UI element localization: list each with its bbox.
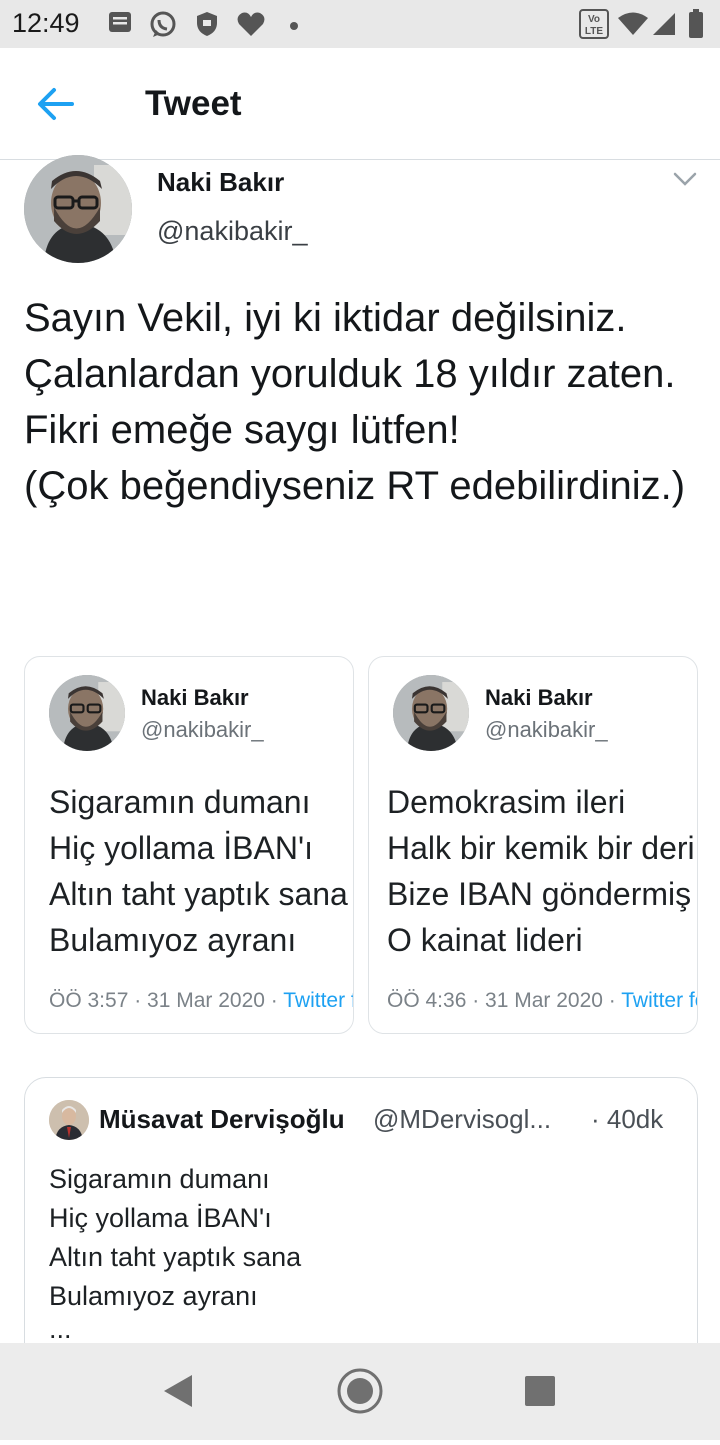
battery-icon bbox=[688, 9, 704, 44]
message-icon bbox=[107, 10, 133, 41]
volte-label-lte: LTE bbox=[585, 26, 603, 37]
heart-icon bbox=[236, 10, 266, 43]
avatar[interactable] bbox=[393, 675, 469, 751]
avatar[interactable] bbox=[49, 675, 125, 751]
card-author-handle: @nakibakir_ bbox=[485, 717, 608, 742]
quoted-tweet-more: ... bbox=[49, 1314, 72, 1344]
card-author-handle: @nakibakir_ bbox=[141, 717, 264, 742]
card-timestamp: ÖÖ 4:36 · 31 Mar 2020 · Twitter for Andr… bbox=[387, 989, 697, 1013]
embedded-tweet-card[interactable]: Naki Bakır @nakibakir_ Demokrasim ileri … bbox=[368, 656, 698, 1034]
quoted-author-name: Müsavat Dervişoğlu bbox=[99, 1104, 345, 1134]
status-bar: 12:49 Vo LTE bbox=[0, 0, 720, 48]
card-date: ÖÖ 4:36 · 31 Mar 2020 · bbox=[387, 989, 622, 1012]
tweet-text: Sayın Vekil, iyi ki iktidar değilsiniz. … bbox=[24, 296, 686, 508]
avatar[interactable] bbox=[24, 155, 132, 263]
volte-icon: Vo LTE bbox=[579, 9, 609, 44]
back-triangle-icon[interactable] bbox=[128, 1343, 228, 1440]
quoted-tweet-text: Sigaramın dumanı Hiç yollama İBAN'ı Altı… bbox=[49, 1164, 302, 1311]
embedded-tweet-card[interactable]: Naki Bakır @nakibakir_ Sigaramın dumanı … bbox=[24, 656, 354, 1034]
card-tweet-text: Sigaramın dumanı Hiç yollama İBAN'ı Altı… bbox=[49, 784, 348, 958]
quoted-author-handle: @MDervisogl... bbox=[373, 1104, 552, 1134]
arrow-left-icon[interactable] bbox=[36, 86, 76, 127]
dot-icon bbox=[289, 18, 299, 36]
volte-label-vo: Vo bbox=[588, 14, 600, 25]
quoted-timestamp: · 40dk bbox=[591, 1104, 664, 1134]
chevron-down-icon[interactable] bbox=[672, 170, 698, 193]
author-name[interactable]: Naki Bakır bbox=[157, 167, 284, 198]
card-source-link[interactable]: Twitter for Android bbox=[283, 989, 353, 1012]
signal-icon bbox=[651, 11, 677, 42]
home-circle-icon[interactable] bbox=[310, 1343, 410, 1440]
card-tweet-text: Demokrasim ileri Halk bir kemik bir deri… bbox=[387, 784, 695, 958]
wifi-icon bbox=[617, 11, 649, 42]
whatsapp-icon bbox=[148, 10, 178, 45]
card-timestamp: ÖÖ 3:57 · 31 Mar 2020 · Twitter for Andr… bbox=[49, 989, 353, 1013]
navigation-bar bbox=[0, 1343, 720, 1440]
quoted-tweet[interactable]: Müsavat Dervişoğlu @MDervisogl... · 40dk… bbox=[24, 1077, 698, 1379]
shield-icon bbox=[194, 10, 220, 43]
card-author-name: Naki Bakır bbox=[141, 685, 249, 710]
card-date: ÖÖ 3:57 · 31 Mar 2020 · bbox=[49, 989, 284, 1012]
avatar[interactable] bbox=[49, 1100, 89, 1140]
author-handle[interactable]: @nakibakir_ bbox=[157, 216, 307, 247]
status-time: 12:49 bbox=[12, 8, 80, 38]
card-author-name: Naki Bakır bbox=[485, 685, 593, 710]
card-source-link[interactable]: Twitter for Android bbox=[621, 989, 697, 1012]
page-title: Tweet bbox=[145, 84, 242, 123]
recents-square-icon[interactable] bbox=[490, 1343, 590, 1440]
app-bar: Tweet bbox=[0, 48, 720, 160]
